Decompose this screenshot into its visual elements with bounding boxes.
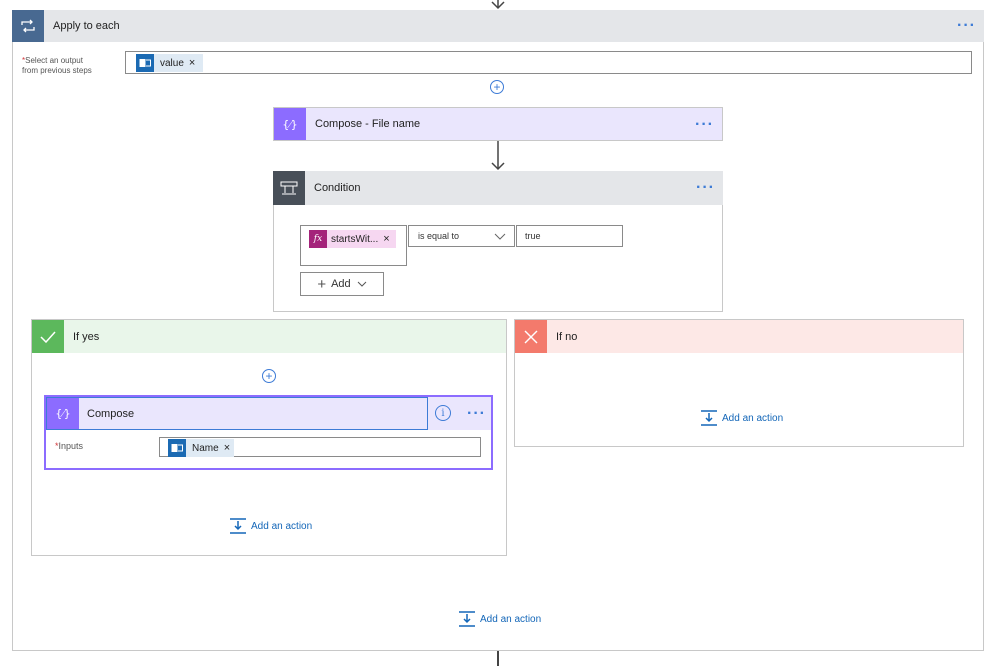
name-token: Name × xyxy=(168,439,235,457)
remove-token-icon[interactable]: × xyxy=(189,57,195,69)
insert-step-icon[interactable]: + xyxy=(490,80,504,94)
if-no-add-action-button[interactable]: Add an action xyxy=(701,410,783,426)
inputs-field[interactable]: Name × xyxy=(159,437,481,457)
value-token-label: value xyxy=(160,57,184,69)
operator-value: is equal to xyxy=(418,231,460,241)
compose-header[interactable]: {⁄} Compose xyxy=(46,397,428,430)
select-output-label: *Select an output from previous steps xyxy=(22,56,92,76)
outlook-icon xyxy=(136,54,154,72)
if-no-title: If no xyxy=(556,330,578,343)
compose-more-options-icon[interactable]: ··· xyxy=(467,406,486,422)
if-yes-add-action-button[interactable]: Add an action xyxy=(230,518,312,534)
remove-expression-icon[interactable]: × xyxy=(383,233,389,245)
expression-token: fx startsWit... × xyxy=(309,230,396,248)
select-output-label-line2: from previous steps xyxy=(22,66,92,75)
fx-icon: fx xyxy=(309,230,327,248)
compose-file-name-card[interactable]: {⁄} Compose - File name ··· xyxy=(273,107,723,141)
plus-icon: + xyxy=(317,275,327,293)
remove-token-icon[interactable]: × xyxy=(224,442,230,454)
loop-add-action-label: Add an action xyxy=(480,613,542,625)
condition-icon xyxy=(273,171,305,205)
close-icon xyxy=(515,320,547,353)
info-icon[interactable]: i xyxy=(435,405,451,421)
check-icon xyxy=(32,320,64,353)
add-action-icon xyxy=(701,410,717,426)
select-output-field[interactable]: value × xyxy=(125,51,972,74)
add-condition-label: Add xyxy=(331,278,351,290)
condition-value-field[interactable]: true xyxy=(516,225,623,247)
compose-icon: {⁄} xyxy=(274,108,306,140)
compose-icon: {⁄} xyxy=(47,398,79,429)
if-no-header: If no xyxy=(515,320,963,353)
add-action-icon xyxy=(230,518,246,534)
outlook-icon xyxy=(168,439,186,457)
inputs-label-text: Inputs xyxy=(58,441,84,451)
chevron-down-icon xyxy=(494,233,506,240)
apply-to-each-title: Apply to each xyxy=(53,20,120,32)
connector-arrow xyxy=(491,141,505,171)
operator-select[interactable]: is equal to xyxy=(408,225,515,247)
add-condition-button[interactable]: + Add xyxy=(300,272,384,296)
apply-to-each-header[interactable]: Apply to each ··· xyxy=(12,10,984,42)
compose-file-name-title: Compose - File name xyxy=(315,118,421,130)
bottom-connector-line xyxy=(497,651,499,666)
if-yes-add-action-label: Add an action xyxy=(251,520,313,532)
if-yes-title: If yes xyxy=(73,330,100,343)
add-action-icon xyxy=(459,611,475,627)
select-output-label-line1: Select an output xyxy=(25,56,83,65)
chevron-down-icon xyxy=(357,281,367,287)
apply-more-options-icon[interactable]: ··· xyxy=(957,18,976,34)
condition-title: Condition xyxy=(314,182,361,194)
if-yes-header: If yes xyxy=(32,320,506,353)
expression-token-label: startsWit... xyxy=(331,233,379,245)
compose-file-more-options-icon[interactable]: ··· xyxy=(695,117,714,133)
condition-value-text: true xyxy=(525,231,541,241)
condition-expression-field[interactable]: fx startsWit... × xyxy=(300,225,407,266)
loop-add-action-button[interactable]: Add an action xyxy=(459,611,541,627)
if-no-add-action-label: Add an action xyxy=(722,412,784,424)
value-token: value × xyxy=(136,54,204,72)
loop-icon xyxy=(12,10,44,42)
condition-header[interactable]: Condition ··· xyxy=(273,171,723,205)
condition-more-options-icon[interactable]: ··· xyxy=(696,180,715,196)
inputs-label: *Inputs xyxy=(55,441,83,451)
top-connector-arrow xyxy=(491,0,505,10)
insert-step-icon-yes[interactable]: + xyxy=(262,369,276,383)
name-token-label: Name xyxy=(192,442,219,454)
compose-title: Compose xyxy=(87,407,135,420)
